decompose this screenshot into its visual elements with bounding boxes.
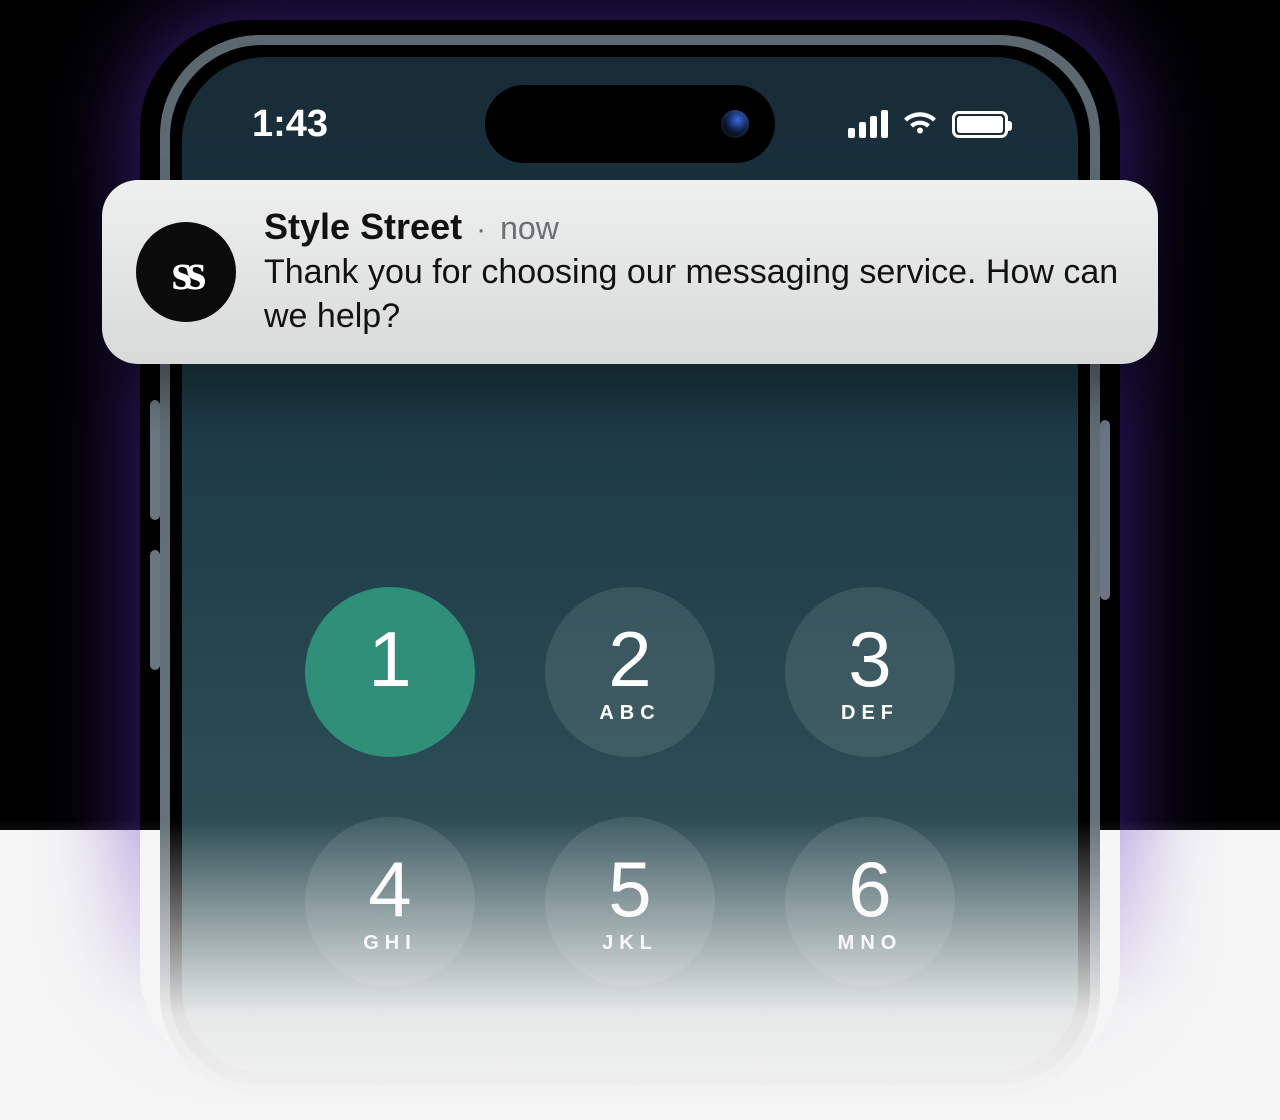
dialpad-key-4[interactable]: 4 GHI [305, 817, 475, 987]
notification-timestamp: now [500, 210, 559, 247]
dialpad-key-letters: MNO [838, 932, 903, 954]
battery-icon [952, 111, 1008, 138]
dynamic-island [485, 85, 775, 163]
dialpad-key-5[interactable]: 5 JKL [545, 817, 715, 987]
dialpad-key-2[interactable]: 2 ABC [545, 587, 715, 757]
notification-app-icon: ss [136, 222, 236, 322]
dialpad-key-digit: 5 [608, 850, 651, 928]
dialpad-key-letters: JKL [602, 932, 658, 954]
front-camera-icon [721, 110, 749, 138]
dialpad-key-3[interactable]: 3 DEF [785, 587, 955, 757]
notification-message: Thank you for choosing our messaging ser… [264, 250, 1124, 338]
notification-separator: · [476, 213, 486, 247]
dialpad-key-letters: ABC [599, 702, 660, 724]
notification-banner[interactable]: ss Style Street · now Thank you for choo… [102, 180, 1158, 364]
dialpad: 1 2 ABC 3 DEF 4 GHI 5 JKL 6 MNO [305, 587, 955, 987]
notification-body: Style Street · now Thank you for choosin… [264, 206, 1124, 338]
dialpad-key-digit: 1 [368, 620, 411, 698]
dialpad-key-letters: GHI [363, 932, 417, 954]
dialpad-key-digit: 4 [368, 850, 411, 928]
dialpad-key-digit: 2 [608, 620, 651, 698]
dialpad-key-digit: 6 [848, 850, 891, 928]
wifi-icon [902, 111, 938, 137]
phone-side-button [150, 400, 160, 520]
status-time: 1:43 [252, 103, 328, 146]
notification-app-name: Style Street [264, 206, 462, 248]
phone-side-button [1100, 420, 1110, 600]
notification-header: Style Street · now [264, 206, 1124, 248]
dialpad-key-digit: 3 [848, 620, 891, 698]
status-icons [848, 110, 1008, 138]
phone-side-button [150, 550, 160, 670]
cellular-signal-icon [848, 110, 888, 138]
dialpad-key-6[interactable]: 6 MNO [785, 817, 955, 987]
dialpad-key-1[interactable]: 1 [305, 587, 475, 757]
dialpad-key-letters: DEF [841, 702, 899, 724]
